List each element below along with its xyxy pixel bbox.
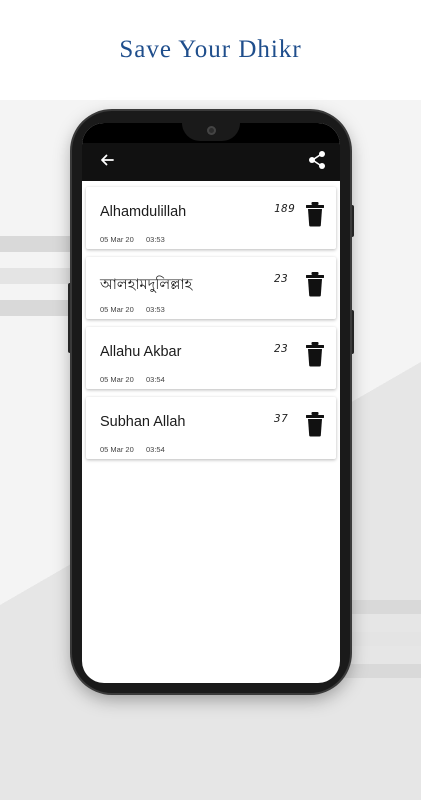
arrow-left-icon xyxy=(100,153,114,172)
phone-notch xyxy=(182,123,240,141)
dhikr-list: Alhamdulillah 189 05 Mar 20 03:53 আলহামদ… xyxy=(82,181,340,459)
trash-icon xyxy=(306,202,324,227)
dhikr-title: Allahu Akbar xyxy=(100,344,182,360)
delete-button[interactable] xyxy=(304,341,326,367)
dhikr-count: 37 xyxy=(274,412,289,425)
background-stripe xyxy=(341,632,421,646)
dhikr-date: 05 Mar 20 xyxy=(100,445,134,454)
dhikr-count: 23 xyxy=(274,342,289,355)
dhikr-time: 03:54 xyxy=(146,445,165,454)
promo-headline: Save Your Dhikr xyxy=(119,36,302,63)
phone-side-button xyxy=(350,205,354,237)
dhikr-count: 189 xyxy=(274,202,296,215)
trash-icon xyxy=(306,412,324,437)
trash-icon xyxy=(306,342,324,367)
dhikr-card[interactable]: Allahu Akbar 23 05 Mar 20 03:54 xyxy=(86,327,336,389)
phone-side-button xyxy=(350,310,354,354)
dhikr-title: Subhan Allah xyxy=(100,414,186,430)
dhikr-date: 05 Mar 20 xyxy=(100,235,134,244)
background-stripe xyxy=(341,664,421,678)
dhikr-date: 05 Mar 20 xyxy=(100,375,134,384)
back-button[interactable] xyxy=(94,149,120,175)
phone-frame: Alhamdulillah 189 05 Mar 20 03:53 আলহামদ… xyxy=(72,111,350,693)
dhikr-title: Alhamdulillah xyxy=(100,204,187,220)
delete-button[interactable] xyxy=(304,271,326,297)
trash-icon xyxy=(306,272,324,297)
dhikr-time: 03:54 xyxy=(146,375,165,384)
front-camera xyxy=(207,126,216,135)
share-icon xyxy=(308,150,326,175)
delete-button[interactable] xyxy=(304,201,326,227)
dhikr-card[interactable]: Subhan Allah 37 05 Mar 20 03:54 xyxy=(86,397,336,459)
delete-button[interactable] xyxy=(304,411,326,437)
dhikr-count: 23 xyxy=(274,272,289,285)
background-stripe xyxy=(341,600,421,614)
dhikr-time: 03:53 xyxy=(146,305,165,314)
dhikr-card[interactable]: আলহামদুলিল্লাহ 23 05 Mar 20 03:53 xyxy=(86,257,336,319)
dhikr-card[interactable]: Alhamdulillah 189 05 Mar 20 03:53 xyxy=(86,187,336,249)
phone-screen: Alhamdulillah 189 05 Mar 20 03:53 আলহামদ… xyxy=(82,123,340,683)
share-button[interactable] xyxy=(304,149,330,175)
app-bar xyxy=(82,143,340,181)
dhikr-title: আলহামদুলিল্লাহ xyxy=(100,277,193,293)
dhikr-time: 03:53 xyxy=(146,235,165,244)
dhikr-date: 05 Mar 20 xyxy=(100,305,134,314)
